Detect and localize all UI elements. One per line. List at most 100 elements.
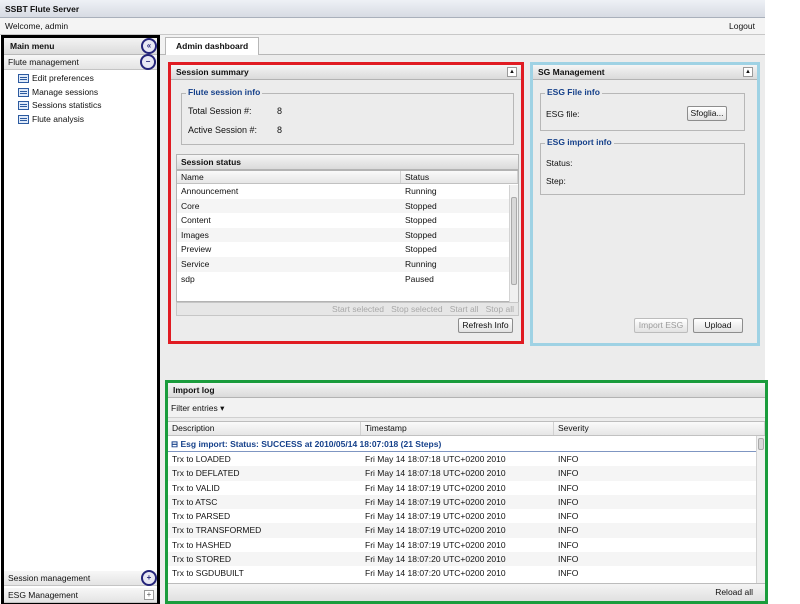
log-description-cell: Trx to DEFLATED — [172, 468, 240, 479]
log-description-cell: Trx to HASHED — [172, 539, 232, 550]
log-timestamp-cell: Fri May 14 18:07:19 UTC+0200 2010 — [365, 482, 506, 493]
stop-all-button[interactable]: Stop all — [486, 304, 514, 314]
log-severity-cell: INFO — [558, 539, 579, 550]
sidebar-item-manage-sessions[interactable]: Manage sessions — [18, 86, 157, 100]
browse-file-button[interactable]: Sfoglia... — [687, 106, 727, 121]
column-header-name[interactable]: Name — [177, 171, 401, 183]
table-row[interactable]: Trx to STORED Fri May 14 18:07:20 UTC+020… — [168, 552, 765, 567]
filter-toolbar: Filter entries ▾ — [168, 398, 765, 418]
column-header-severity[interactable]: Severity — [554, 422, 765, 435]
import-log-panel: Import log Filter entries ▾ Description … — [165, 380, 768, 604]
welcome-bar: Welcome, admin Logout — [0, 18, 765, 35]
import-log-header: Import log — [168, 383, 765, 398]
status-rows: Announcement Running Core Stopped Content Sto… — [177, 184, 518, 286]
table-row[interactable]: Trx to LOADED Fri May 14 18:07:18 UTC+020… — [168, 452, 765, 466]
collapse-section-icon[interactable]: − — [140, 54, 156, 70]
table-row[interactable]: Trx to ATSC Fri May 14 18:07:19 UTC+0200 … — [168, 494, 765, 510]
grid-header: Name Status — [177, 171, 518, 184]
table-row[interactable]: sdp Paused — [177, 272, 518, 287]
scroll-thumb[interactable] — [511, 197, 517, 285]
refresh-info-button[interactable]: Refresh Info — [458, 318, 513, 333]
start-all-button[interactable]: Start all — [450, 304, 479, 314]
logout-link[interactable]: Logout — [729, 18, 755, 35]
esg-step-label: Step: — [546, 176, 566, 186]
session-status-cell: Paused — [405, 273, 434, 284]
expand-section-icon[interactable]: + — [141, 570, 157, 586]
log-scrollbar[interactable] — [756, 436, 765, 584]
reload-all-button[interactable]: Reload all — [715, 587, 753, 597]
sidebar-item-edit-preferences[interactable]: Edit preferences — [18, 72, 157, 86]
log-severity-cell: INFO — [558, 454, 579, 464]
esg-status-label: Status: — [546, 158, 573, 168]
session-status-header: Session status — [176, 154, 519, 170]
tab-admin-dashboard[interactable]: Admin dashboard — [165, 37, 260, 56]
column-header-description[interactable]: Description — [168, 422, 361, 435]
table-row[interactable]: Images Stopped — [177, 227, 518, 243]
tab-bar: Admin dashboard — [160, 35, 765, 56]
app-title: SSBT Flute Server — [0, 0, 765, 18]
sidebar-item-sessions-statistics[interactable]: Sessions statistics — [18, 99, 157, 113]
session-status-cell: Stopped — [405, 229, 437, 240]
session-summary-panel: Session summary ▲ Flute session info Tot… — [168, 62, 524, 344]
esg-file-info-fieldset: ESG File info ESG file: Sfoglia... — [540, 87, 745, 131]
esg-file-label: ESG file: — [546, 109, 580, 119]
active-session-value: 8 — [277, 125, 283, 135]
table-row[interactable]: Trx to VALID Fri May 14 18:07:19 UTC+0200… — [168, 481, 765, 495]
total-session-value: 8 — [277, 106, 283, 116]
log-description-cell: Trx to TRANSFORMED — [172, 525, 262, 536]
upload-button[interactable]: Upload — [693, 318, 743, 333]
collapse-panel-icon[interactable]: ▲ — [507, 67, 517, 77]
sidebar-item-label: Edit preferences — [32, 73, 94, 83]
fieldset-legend: ESG File info — [545, 87, 602, 97]
filter-entries-label: Filter entries — [171, 403, 218, 413]
section-flute-management[interactable]: Flute management − — [4, 54, 157, 70]
log-description-cell: Trx to LOADED — [172, 454, 231, 464]
session-name-cell: Core — [181, 200, 200, 211]
log-severity-cell: INFO — [558, 482, 579, 493]
table-row[interactable]: Announcement Running — [177, 184, 518, 199]
esg-import-info-fieldset: ESG import info Status: Step: — [540, 137, 745, 195]
log-severity-cell: INFO — [558, 568, 579, 579]
table-row[interactable]: Trx to SGDUBUILT Fri May 14 18:07:20 UTC+… — [168, 566, 765, 580]
status-scrollbar[interactable] — [509, 185, 518, 302]
table-row[interactable]: Trx to TRANSFORMED Fri May 14 18:07:19 UT… — [168, 523, 765, 538]
start-selected-button[interactable]: Start selected — [332, 304, 384, 314]
filter-entries-button[interactable]: Filter entries ▾ — [171, 403, 224, 413]
table-row[interactable]: Trx to DEFLATED Fri May 14 18:07:18 UTC+0… — [168, 466, 765, 481]
section-flute-label: Flute management — [8, 57, 79, 67]
session-name-cell: Announcement — [181, 186, 239, 196]
log-timestamp-cell: Fri May 14 18:07:20 UTC+0200 2010 — [365, 554, 506, 565]
table-row[interactable]: Core Stopped — [177, 198, 518, 214]
log-timestamp-cell: Fri May 14 18:07:19 UTC+0200 2010 — [365, 525, 506, 536]
group-collapse-icon[interactable]: ⊟ — [171, 439, 178, 449]
column-header-status[interactable]: Status — [401, 171, 518, 183]
session-name-cell: Content — [181, 215, 211, 226]
log-severity-cell: INFO — [558, 496, 579, 507]
table-row[interactable]: Content Stopped — [177, 213, 518, 228]
import-log-grid: Description Timestamp Severity ⊟ Esg imp… — [168, 421, 765, 584]
flute-session-info-fieldset: Flute session info Total Session #: 8 Ac… — [181, 87, 514, 145]
import-esg-button[interactable]: Import ESG — [634, 318, 688, 333]
log-timestamp-cell: Fri May 14 18:07:19 UTC+0200 2010 — [365, 539, 506, 550]
session-summary-header: Session summary ▲ — [171, 65, 521, 80]
column-header-timestamp[interactable]: Timestamp — [361, 422, 554, 435]
session-status-cell: Stopped — [405, 215, 437, 226]
collapse-panel-icon[interactable]: ▲ — [743, 67, 753, 77]
section-esg-management[interactable]: ESG Management + — [4, 588, 157, 603]
sidebar-item-flute-analysis[interactable]: Flute analysis — [18, 113, 157, 127]
sidebar-item-label: Flute analysis — [32, 113, 84, 124]
expand-section-icon[interactable]: + — [144, 590, 154, 600]
table-row[interactable]: Service Running — [177, 256, 518, 272]
collapse-sidebar-icon[interactable]: « — [141, 38, 157, 54]
log-group-row[interactable]: ⊟ Esg import: Status: SUCCESS at 2010/05… — [168, 436, 765, 452]
table-row[interactable]: Trx to HASHED Fri May 14 18:07:19 UTC+020… — [168, 538, 765, 552]
page-icon — [18, 114, 29, 124]
table-row[interactable]: Trx to PARSED Fri May 14 18:07:19 UTC+020… — [168, 509, 765, 523]
stop-selected-button[interactable]: Stop selected — [391, 304, 443, 314]
sidebar-item-label: Sessions statistics — [32, 100, 102, 110]
section-session-management[interactable]: Session management + — [4, 570, 157, 586]
log-description-cell: Trx to VALID — [172, 482, 220, 493]
table-row[interactable]: Preview Stopped — [177, 242, 518, 257]
scroll-thumb[interactable] — [758, 438, 764, 450]
log-timestamp-cell: Fri May 14 18:07:20 UTC+0200 2010 — [365, 568, 506, 579]
